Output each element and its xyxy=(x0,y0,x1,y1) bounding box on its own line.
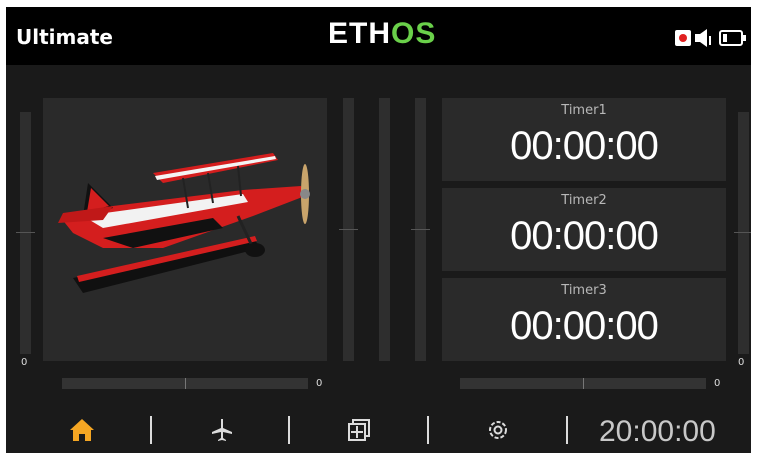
biplane-model-image xyxy=(58,153,310,293)
timer-widget-2[interactable]: Timer2 00:00:00 xyxy=(442,188,726,271)
timer-value: 00:00:00 xyxy=(510,214,659,258)
brand-logo-accent: OS xyxy=(391,17,437,50)
left-vertical-trim[interactable] xyxy=(16,112,35,354)
left-horizontal-trim-value: 0 xyxy=(316,378,323,389)
center-vertical-slider-2[interactable] xyxy=(379,98,390,361)
model-image-panel[interactable] xyxy=(43,98,327,361)
timer-name: Timer2 xyxy=(561,193,607,208)
nav-separator xyxy=(150,416,152,444)
right-vertical-trim[interactable] xyxy=(734,112,751,354)
center-vertical-slider-3[interactable] xyxy=(411,98,430,361)
top-bar: Ultimate ETHOS xyxy=(6,7,751,65)
right-horizontal-trim-value: 0 xyxy=(714,378,721,389)
timer-value: 00:00:00 xyxy=(510,304,659,348)
right-vertical-trim-value: 0 xyxy=(738,357,745,368)
brand-logo: ETHOS xyxy=(328,17,448,57)
bottom-nav: 20:00:00 xyxy=(6,407,751,453)
center-vertical-slider-1[interactable] xyxy=(339,98,358,361)
status-icons xyxy=(675,29,746,47)
nav-separator xyxy=(288,416,290,444)
system-clock: 20:00:00 xyxy=(599,415,716,448)
battery-icon xyxy=(719,30,746,46)
timer-value: 00:00:00 xyxy=(510,124,659,168)
settings-icon[interactable] xyxy=(485,417,511,443)
model-name[interactable]: Ultimate xyxy=(16,25,113,49)
home-icon[interactable] xyxy=(69,417,95,443)
nav-separator xyxy=(427,416,429,444)
radio-screen: Ultimate ETHOS 0 0 Timer1 00:00:00 Timer… xyxy=(6,7,751,453)
nav-separator xyxy=(566,416,568,444)
timer-widget-1[interactable]: Timer1 00:00:00 xyxy=(442,98,726,181)
timer-widget-3[interactable]: Timer3 00:00:00 xyxy=(442,278,726,361)
timer-name: Timer3 xyxy=(561,283,607,298)
record-icon xyxy=(675,30,691,46)
right-horizontal-trim[interactable] xyxy=(460,378,706,389)
left-vertical-trim-value: 0 xyxy=(21,357,28,368)
speaker-icon xyxy=(695,29,715,47)
layout-icon[interactable] xyxy=(346,417,372,443)
timer-name: Timer1 xyxy=(561,103,607,118)
airplane-icon[interactable] xyxy=(209,417,235,443)
brand-logo-main: ETH xyxy=(328,17,391,50)
left-horizontal-trim[interactable] xyxy=(62,378,308,389)
